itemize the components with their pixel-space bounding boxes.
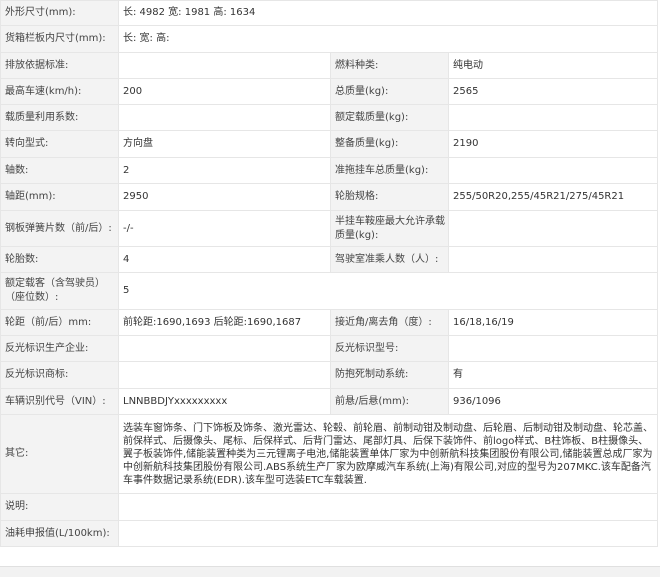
spec-label: 额定载质量(kg): xyxy=(330,104,449,131)
table-row: 轴距(mm): 2950 轮胎规格: 255/50R20,255/45R21/2… xyxy=(0,183,659,211)
spec-label: 接近角/离去角（度）: xyxy=(330,309,449,336)
table-row: 其它: 选装车窗饰条、门下饰板及饰条、激光雷达、轮毂、前轮眉、前制动钳及制动盘、… xyxy=(0,414,659,494)
spec-label: 反光标识型号: xyxy=(330,335,449,362)
spec-label: 油耗申报值(L/100km): xyxy=(0,520,119,547)
spec-value: -/- xyxy=(118,210,331,247)
spec-label: 载质量利用系数: xyxy=(0,104,119,131)
spec-label: 轴数: xyxy=(0,157,119,184)
table-row: 外形尺寸(mm): 长: 4982 宽: 1981 高: 1634 xyxy=(0,0,659,26)
spec-label: 总质量(kg): xyxy=(330,78,449,105)
table-row: 额定载客（含驾驶员）（座位数）: 5 xyxy=(0,272,659,310)
spec-value: 前轮距:1690,1693 后轮距:1690,1687 xyxy=(118,309,331,336)
spec-value: 2 xyxy=(118,157,331,184)
spec-label: 额定载客（含驾驶员）（座位数）: xyxy=(0,272,119,310)
spec-value: 长: 宽: 高: xyxy=(117,25,659,53)
table-row: 货箱栏板内尺寸(mm): 长: 宽: 高: xyxy=(0,25,659,53)
table-row: 反光标识商标: 防抱死制动系统: 有 xyxy=(0,361,659,389)
spec-value xyxy=(117,493,659,521)
spec-value: 选装车窗饰条、门下饰板及饰条、激光雷达、轮毂、前轮眉、前制动钳及制动盘、后轮眉、… xyxy=(117,414,659,494)
spec-label: 整备质量(kg): xyxy=(330,130,449,158)
spec-label: 排放依据标准: xyxy=(0,52,119,79)
spec-label: 半挂车鞍座最大允许承载质量(kg): xyxy=(330,210,449,247)
spec-label: 车辆识别代号（VIN）: xyxy=(0,388,119,415)
table-row: 轮胎数: 4 驾驶室准乘人数（人）: xyxy=(0,246,659,273)
spec-value: 936/1096 xyxy=(447,388,659,415)
spec-label: 轮胎规格: xyxy=(330,183,449,211)
spec-label: 轴距(mm): xyxy=(0,183,119,211)
table-row: 钢板弹簧片数（前/后）: -/- 半挂车鞍座最大允许承载质量(kg): xyxy=(0,210,659,247)
table-row: 轴数: 2 准拖挂车总质量(kg): xyxy=(0,157,659,184)
spec-value xyxy=(118,104,331,131)
table-row: 轮距（前/后）mm: 前轮距:1690,1693 后轮距:1690,1687 接… xyxy=(0,309,659,336)
table-row: 转向型式: 方向盘 整备质量(kg): 2190 xyxy=(0,130,659,158)
spec-value xyxy=(117,520,659,547)
table-row: 油耗申报值(L/100km): xyxy=(0,520,659,547)
spec-value xyxy=(447,157,659,184)
table-row: 载质量利用系数: 额定载质量(kg): xyxy=(0,104,659,131)
spec-value: 16/18,16/19 xyxy=(447,309,659,336)
footer-strip xyxy=(0,566,660,577)
table-row: 车辆识别代号（VIN）: LNNBBDJYxxxxxxxxx 前悬/后悬(mm)… xyxy=(0,388,659,415)
spec-label: 反光标识商标: xyxy=(0,361,119,389)
spec-value: 2950 xyxy=(118,183,331,211)
spec-label: 钢板弹簧片数（前/后）: xyxy=(0,210,119,247)
spec-label: 货箱栏板内尺寸(mm): xyxy=(0,25,119,53)
spec-label: 轮胎数: xyxy=(0,246,119,273)
spec-value: 5 xyxy=(117,272,659,310)
spec-label: 燃料种类: xyxy=(330,52,449,79)
spec-label: 其它: xyxy=(0,414,119,494)
spec-value: 方向盘 xyxy=(118,130,331,158)
table-row: 排放依据标准: 燃料种类: 纯电动 xyxy=(0,52,659,79)
spec-value xyxy=(447,210,659,247)
table-row: 反光标识生产企业: 反光标识型号: xyxy=(0,335,659,362)
spec-value: 长: 4982 宽: 1981 高: 1634 xyxy=(117,0,659,26)
spec-label: 说明: xyxy=(0,493,119,521)
table-row: 最高车速(km/h): 200 总质量(kg): 2565 xyxy=(0,78,659,105)
spec-value xyxy=(447,335,659,362)
vehicle-spec-table: 外形尺寸(mm): 长: 4982 宽: 1981 高: 1634 货箱栏板内尺… xyxy=(0,0,659,547)
spec-label: 前悬/后悬(mm): xyxy=(330,388,449,415)
spec-value xyxy=(447,246,659,273)
spec-label: 防抱死制动系统: xyxy=(330,361,449,389)
spec-label: 反光标识生产企业: xyxy=(0,335,119,362)
spec-value: 2190 xyxy=(447,130,659,158)
spec-label: 外形尺寸(mm): xyxy=(0,0,119,26)
spec-label: 轮距（前/后）mm: xyxy=(0,309,119,336)
table-row: 说明: xyxy=(0,493,659,521)
spec-value: 有 xyxy=(447,361,659,389)
spec-value: 255/50R20,255/45R21/275/45R21 xyxy=(447,183,659,211)
spec-label: 驾驶室准乘人数（人）: xyxy=(330,246,449,273)
spec-value xyxy=(447,104,659,131)
spec-label: 准拖挂车总质量(kg): xyxy=(330,157,449,184)
spec-value xyxy=(118,361,331,389)
spec-label: 最高车速(km/h): xyxy=(0,78,119,105)
spec-value: 4 xyxy=(118,246,331,273)
spec-label: 转向型式: xyxy=(0,130,119,158)
spec-value: 2565 xyxy=(447,78,659,105)
spec-value xyxy=(118,335,331,362)
spec-value: 200 xyxy=(118,78,331,105)
spec-value xyxy=(118,52,331,79)
spec-value: 纯电动 xyxy=(447,52,659,79)
spec-value: LNNBBDJYxxxxxxxxx xyxy=(118,388,331,415)
